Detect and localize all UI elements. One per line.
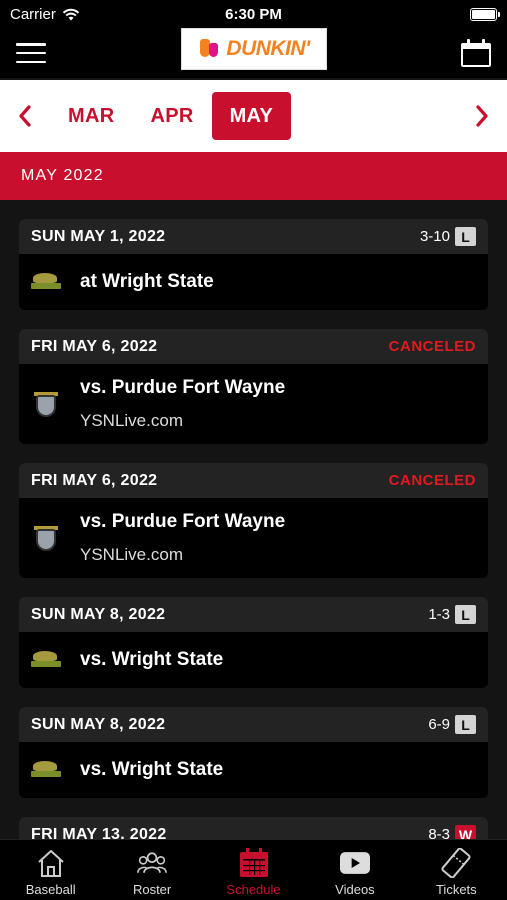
game-card-header: SUN MAY 8, 2022 1-3 L bbox=[19, 597, 488, 632]
opponent-name: vs. Purdue Fort Wayne bbox=[80, 377, 286, 398]
bottom-tab-bar: Baseball Roster Schedule Videos Tickets bbox=[0, 839, 507, 900]
canceled-label: CANCELED bbox=[388, 338, 476, 355]
calendar-icon bbox=[239, 848, 268, 877]
tab-videos[interactable]: Videos bbox=[304, 840, 405, 900]
game-card-body: at Wright State bbox=[19, 254, 488, 310]
month-section-header: MAY 2022 bbox=[0, 152, 507, 200]
month-tab-apr[interactable]: APR bbox=[132, 92, 211, 140]
tab-label: Videos bbox=[335, 882, 375, 897]
tab-baseball[interactable]: Baseball bbox=[0, 840, 101, 900]
calendar-icon[interactable] bbox=[461, 39, 491, 67]
game-result: 8-3 W bbox=[428, 825, 476, 839]
wright-state-logo-icon bbox=[31, 755, 61, 785]
dunkin-cup-icon bbox=[198, 35, 220, 63]
game-card-body: vs. Wright State bbox=[19, 742, 488, 798]
game-card[interactable]: SUN MAY 8, 2022 1-3 L vs. Wright State bbox=[19, 597, 488, 688]
game-date: SUN MAY 8, 2022 bbox=[31, 715, 166, 733]
result-badge: L bbox=[455, 715, 476, 734]
month-tab-mar[interactable]: MAR bbox=[50, 92, 132, 140]
game-card[interactable]: FRI MAY 6, 2022 CANCELED vs. Purdue Fort… bbox=[19, 463, 488, 578]
tab-roster[interactable]: Roster bbox=[101, 840, 202, 900]
video-play-icon bbox=[339, 852, 370, 874]
game-card-body: vs. Purdue Fort Wayne YSNLive.com bbox=[19, 498, 488, 578]
purdue-fort-wayne-logo-icon bbox=[31, 523, 61, 553]
chevron-left-icon[interactable] bbox=[0, 80, 50, 152]
game-card-header: SUN MAY 8, 2022 6-9 L bbox=[19, 707, 488, 742]
purdue-fort-wayne-logo-icon bbox=[31, 389, 61, 419]
battery-icon bbox=[470, 7, 500, 21]
game-date: FRI MAY 13, 2022 bbox=[31, 825, 167, 840]
tab-schedule[interactable]: Schedule bbox=[203, 840, 304, 900]
tab-label: Schedule bbox=[226, 882, 281, 897]
broadcast-link[interactable]: YSNLive.com bbox=[80, 545, 285, 565]
sponsor-logo-text: DUNKIN' bbox=[226, 37, 310, 60]
result-badge: W bbox=[455, 825, 476, 839]
game-card-header: SUN MAY 1, 2022 3-10 L bbox=[19, 219, 488, 254]
game-result: 1-3 L bbox=[428, 605, 476, 624]
game-card[interactable]: SUN MAY 1, 2022 3-10 L at Wright State bbox=[19, 219, 488, 310]
ticket-icon bbox=[441, 848, 471, 878]
game-score: 8-3 bbox=[428, 826, 450, 839]
game-card[interactable]: FRI MAY 13, 2022 8-3 W bbox=[19, 817, 488, 839]
opponent-name: vs. Purdue Fort Wayne bbox=[80, 511, 286, 532]
game-score: 3-10 bbox=[419, 228, 450, 245]
status-left: Carrier bbox=[10, 6, 80, 23]
tab-label: Baseball bbox=[25, 882, 76, 897]
result-badge: L bbox=[455, 605, 476, 624]
result-badge: L bbox=[455, 227, 476, 246]
wright-state-logo-icon bbox=[31, 267, 61, 297]
schedule-list: SUN MAY 1, 2022 3-10 L at Wright State F… bbox=[0, 200, 507, 839]
game-score: 1-3 bbox=[428, 606, 450, 623]
wright-state-logo-icon bbox=[31, 645, 61, 675]
tab-label: Tickets bbox=[435, 882, 477, 897]
sponsor-logo[interactable]: DUNKIN' bbox=[181, 28, 327, 70]
game-card[interactable]: FRI MAY 6, 2022 CANCELED vs. Purdue Fort… bbox=[19, 329, 488, 444]
carrier-label: Carrier bbox=[10, 5, 56, 23]
opponent-name: at Wright State bbox=[80, 271, 214, 292]
tab-label: Roster bbox=[132, 882, 172, 897]
app-header: DUNKIN' bbox=[0, 28, 507, 78]
game-card-body: vs. Purdue Fort Wayne YSNLive.com bbox=[19, 364, 488, 444]
game-card-body: vs. Wright State bbox=[19, 632, 488, 688]
game-card[interactable]: SUN MAY 8, 2022 6-9 L vs. Wright State bbox=[19, 707, 488, 798]
wifi-icon bbox=[62, 8, 80, 20]
game-result: 3-10 L bbox=[420, 227, 476, 246]
game-card-header: FRI MAY 6, 2022 CANCELED bbox=[19, 329, 488, 364]
game-card-header: FRI MAY 6, 2022 CANCELED bbox=[19, 463, 488, 498]
chevron-right-icon[interactable] bbox=[457, 80, 507, 152]
game-score: 6-9 bbox=[428, 716, 450, 733]
game-card-header: FRI MAY 13, 2022 8-3 W bbox=[19, 817, 488, 839]
canceled-label: CANCELED bbox=[388, 472, 476, 489]
game-date: SUN MAY 1, 2022 bbox=[31, 227, 166, 245]
month-tab-may[interactable]: MAY bbox=[211, 92, 292, 140]
opponent-name: vs. Wright State bbox=[80, 649, 224, 670]
game-date: SUN MAY 8, 2022 bbox=[31, 605, 166, 623]
tab-tickets[interactable]: Tickets bbox=[406, 840, 507, 900]
broadcast-link[interactable]: YSNLive.com bbox=[80, 411, 285, 431]
game-date: FRI MAY 6, 2022 bbox=[31, 337, 158, 355]
game-result: 6-9 L bbox=[428, 715, 476, 734]
game-date: FRI MAY 6, 2022 bbox=[31, 471, 158, 489]
home-icon bbox=[38, 850, 64, 877]
month-list: MAR APR MAY bbox=[50, 92, 457, 140]
month-picker: MAR APR MAY bbox=[0, 80, 507, 152]
opponent-name: vs. Wright State bbox=[80, 759, 224, 780]
roster-icon bbox=[137, 852, 168, 873]
status-bar: Carrier 6:30 PM bbox=[0, 0, 507, 28]
hamburger-menu-icon[interactable] bbox=[16, 43, 46, 63]
